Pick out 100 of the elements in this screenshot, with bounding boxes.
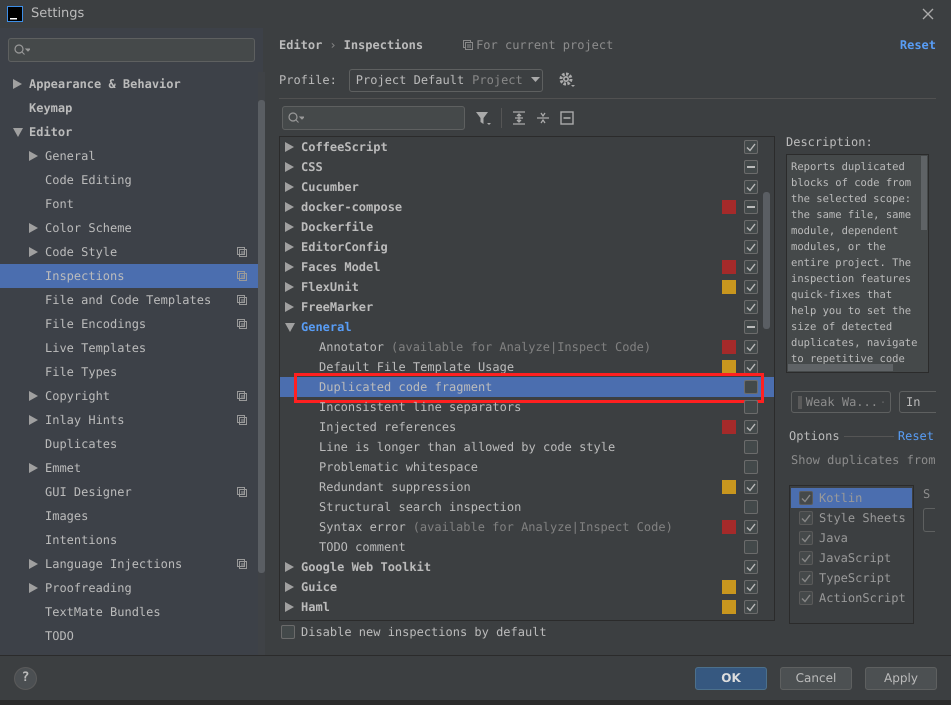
collapse-arrow-icon[interactable] [13,128,23,136]
dialog-button[interactable]: Apply [865,666,937,690]
checkbox[interactable] [281,625,295,639]
inspection-row[interactable]: Line is longer than allowed by code style [280,437,774,457]
sidebar-item[interactable]: Live Templates [0,336,258,360]
language-item[interactable]: JavaScript [791,548,912,568]
expand-all-icon[interactable] [512,111,526,125]
inspection-row[interactable]: Haml [280,597,774,617]
checkbox[interactable] [799,591,813,605]
inspection-row[interactable]: Annotator (available for Analyze|Inspect Code) [280,337,774,357]
sidebar-item[interactable]: Emmet [0,456,258,480]
inspection-row[interactable]: Injected references [280,417,774,437]
checkbox[interactable] [744,460,758,474]
sidebar-item[interactable]: Color Scheme [0,216,258,240]
inspection-row[interactable]: FreeMarker [280,297,774,317]
checkbox[interactable] [799,571,813,585]
checkbox[interactable] [744,240,758,254]
sidebar-item[interactable]: Font [0,192,258,216]
checkbox[interactable] [744,480,758,494]
sidebar-item[interactable]: General [0,144,258,168]
dialog-button[interactable]: OK [695,666,767,690]
inspection-row[interactable]: EditorConfig [280,237,774,257]
checkbox[interactable] [744,540,758,554]
language-item[interactable]: ActionScript [791,588,912,608]
inspection-row[interactable]: Syntax error (available for Analyze|Inspect Code) [280,517,774,537]
expand-arrow-icon[interactable] [29,415,38,425]
filter-field[interactable] [282,106,465,130]
checkbox[interactable] [744,320,758,334]
expand-arrow-icon[interactable] [29,223,38,233]
checkbox[interactable] [744,140,758,154]
inspection-row[interactable]: Structural search inspection [280,497,774,517]
scope-dropdown[interactable]: In [899,391,936,413]
checkbox[interactable] [744,520,758,534]
checkbox[interactable] [799,491,813,505]
language-item[interactable]: Style Sheets [791,508,912,528]
input-field[interactable] [923,508,935,532]
inspection-row[interactable]: Google Web Toolkit [280,557,774,577]
inspection-row[interactable]: Cucumber [280,177,774,197]
scrollbar[interactable] [788,364,893,371]
sidebar-item[interactable]: TODO [0,624,258,648]
expand-arrow-icon[interactable] [29,463,38,473]
checkbox[interactable] [744,220,758,234]
sidebar-item[interactable]: File Encodings [0,312,258,336]
severity-dropdown[interactable]: Weak Wa... [791,391,891,413]
checkbox[interactable] [744,280,758,294]
sidebar-item[interactable]: Appearance & Behavior [0,72,258,96]
expand-arrow-icon[interactable] [29,247,38,257]
inspection-row[interactable]: Default File Template Usage [280,357,774,377]
filter-icon[interactable] [475,110,491,126]
sidebar-item[interactable]: File and Code Templates [0,288,258,312]
sidebar-item[interactable]: Duplicates [0,432,258,456]
checkbox[interactable] [744,400,758,414]
settings-icon[interactable] [558,72,575,88]
sidebar-item[interactable]: Intentions [0,528,258,552]
sidebar-item[interactable]: Inlay Hints [0,408,258,432]
language-item[interactable]: Java [791,528,912,548]
checkbox[interactable] [744,300,758,314]
inspection-row[interactable]: FlexUnit [280,277,774,297]
language-item[interactable]: TypeScript [791,568,912,588]
expand-arrow-icon[interactable] [29,559,38,569]
collapse-arrow-icon[interactable] [285,322,295,332]
inspection-row[interactable]: CoffeeScript [280,137,774,157]
checkbox[interactable] [744,560,758,574]
search-field[interactable] [8,38,255,62]
inspection-row[interactable]: Redundant suppression [280,477,774,497]
inspection-row[interactable]: Problematic whitespace [280,457,774,477]
reset-link[interactable]: Reset [898,427,934,445]
inspection-row[interactable]: TODO comment [280,537,774,557]
inspection-row[interactable]: CSS [280,157,774,177]
scrollbar[interactable] [763,192,770,329]
checkbox[interactable] [744,440,758,454]
scrollbar[interactable] [258,72,265,655]
checkbox[interactable] [744,340,758,354]
sidebar-item[interactable]: Keymap [0,96,258,120]
sidebar-item[interactable]: Editor [0,120,258,144]
checkbox[interactable] [744,420,758,434]
inspection-row[interactable]: Faces Model [280,257,774,277]
checkbox[interactable] [799,551,813,565]
reset-link[interactable]: Reset [900,36,936,54]
checkbox[interactable] [744,500,758,514]
checkbox[interactable] [744,180,758,194]
checkbox[interactable] [744,200,758,214]
expand-arrow-icon[interactable] [13,79,22,89]
inspection-row[interactable]: Inconsistent line separators [280,397,774,417]
expand-arrow-icon[interactable] [29,391,38,401]
checkbox[interactable] [799,511,813,525]
sidebar-item[interactable]: GUI Designer [0,480,258,504]
sidebar-item[interactable]: Language Injections [0,552,258,576]
sidebar-item[interactable]: Proofreading [0,576,258,600]
expand-arrow-icon[interactable] [29,151,38,161]
checkbox[interactable] [744,580,758,594]
checkbox[interactable] [799,531,813,545]
dialog-button[interactable]: Cancel [780,666,852,690]
checkbox[interactable] [744,160,758,174]
inspection-row[interactable]: Dockerfile [280,217,774,237]
inspection-row[interactable]: Guice [280,577,774,597]
sidebar-item[interactable]: Code Editing [0,168,258,192]
close-icon[interactable] [922,8,934,20]
sidebar-item[interactable]: Images [0,504,258,528]
sidebar-item[interactable]: Code Style [0,240,258,264]
